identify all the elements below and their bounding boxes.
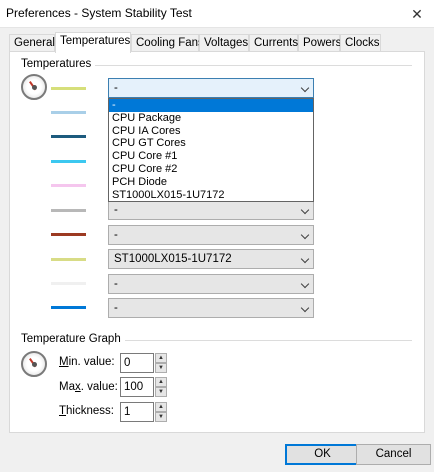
min-value-input[interactable]: 0 (120, 353, 154, 373)
chevron-down-icon (300, 230, 310, 240)
temperature-graph-group-label: Temperature Graph (21, 333, 125, 345)
chevron-down-icon (300, 303, 310, 313)
stepper-up-icon[interactable]: ▲ (155, 402, 167, 412)
dropdown-option[interactable]: ST1000LX015-1U7172 (109, 189, 313, 202)
dropdown-option[interactable]: CPU Core #2 (109, 163, 313, 176)
stepper-down-icon[interactable]: ▼ (155, 387, 167, 397)
dropdown-option[interactable]: PCH Diode (109, 176, 313, 189)
thermometer-gauge-icon (21, 74, 47, 100)
sensor-color-swatch[interactable] (51, 160, 86, 163)
stepper-down-icon[interactable]: ▼ (155, 363, 167, 373)
stepper-up-icon[interactable]: ▲ (155, 353, 167, 363)
sensor-dropdown-list: - CPU Package CPU IA Cores CPU GT Cores … (108, 98, 314, 202)
chevron-down-icon (300, 205, 310, 215)
max-value-label: Max. value: (59, 381, 118, 393)
tab-general[interactable]: General (9, 34, 55, 52)
window-title: Preferences - System Stability Test (6, 6, 192, 20)
tab-clocks[interactable]: Clocks (340, 34, 381, 52)
stepper-down-icon[interactable]: ▼ (155, 412, 167, 422)
sensor-color-swatch[interactable] (51, 209, 86, 212)
dropdown-option[interactable]: - (109, 99, 313, 112)
sensor-select-value: - (114, 204, 118, 216)
chevron-down-icon (300, 83, 310, 93)
thickness-stepper[interactable]: ▲ ▼ (155, 402, 167, 422)
sensor-select[interactable]: - (108, 298, 314, 318)
sensor-color-swatch[interactable] (51, 184, 86, 187)
sensor-color-swatch[interactable] (51, 87, 86, 90)
sensor-color-swatch[interactable] (51, 111, 86, 114)
sensor-select-value: - (114, 302, 118, 314)
sensor-select[interactable]: - (108, 225, 314, 245)
max-value-input[interactable]: 100 (120, 377, 154, 397)
min-value-stepper[interactable]: ▲ ▼ (155, 353, 167, 373)
sensor-select-value: - (114, 278, 118, 290)
sensor-select[interactable]: - (108, 200, 314, 220)
close-icon[interactable]: ✕ (400, 0, 434, 28)
tab-cooling-fans[interactable]: Cooling Fans (131, 34, 204, 52)
dropdown-option[interactable]: CPU GT Cores (109, 137, 313, 150)
chevron-down-icon (300, 254, 310, 264)
dropdown-option[interactable]: CPU Core #1 (109, 150, 313, 163)
dropdown-option[interactable]: CPU Package (109, 112, 313, 125)
ok-button[interactable]: OK (285, 444, 360, 465)
sensor-color-swatch[interactable] (51, 233, 86, 236)
tab-voltages[interactable]: Voltages (199, 34, 249, 52)
temperatures-group-label: Temperatures (21, 58, 96, 70)
min-value-label: Min. value: (59, 356, 115, 368)
group-divider (90, 65, 412, 66)
sensor-select-value: - (114, 82, 118, 94)
group-divider (112, 340, 412, 341)
sensor-select-value: - (114, 229, 118, 241)
thermometer-gauge-icon (21, 351, 47, 377)
thickness-input[interactable]: 1 (120, 402, 154, 422)
sensor-color-swatch[interactable] (51, 135, 86, 138)
dropdown-option[interactable]: CPU IA Cores (109, 125, 313, 138)
sensor-color-swatch[interactable] (51, 258, 86, 261)
cancel-button[interactable]: Cancel (356, 444, 431, 465)
chevron-down-icon (300, 279, 310, 289)
thickness-label: Thickness: (59, 405, 114, 417)
tab-temperatures[interactable]: Temperatures (55, 32, 131, 53)
sensor-color-swatch[interactable] (51, 282, 86, 285)
sensor-select[interactable]: ST1000LX015-1U7172 (108, 249, 314, 269)
sensor-select-value: ST1000LX015-1U7172 (114, 253, 232, 265)
max-value-stepper[interactable]: ▲ ▼ (155, 377, 167, 397)
title-bar: Preferences - System Stability Test ✕ (0, 0, 434, 28)
stepper-up-icon[interactable]: ▲ (155, 377, 167, 387)
sensor-color-swatch[interactable] (51, 306, 86, 309)
tab-currents[interactable]: Currents (249, 34, 298, 52)
sensor-select[interactable]: - (108, 78, 314, 98)
tab-powers[interactable]: Powers (298, 34, 341, 52)
sensor-select[interactable]: - (108, 274, 314, 294)
